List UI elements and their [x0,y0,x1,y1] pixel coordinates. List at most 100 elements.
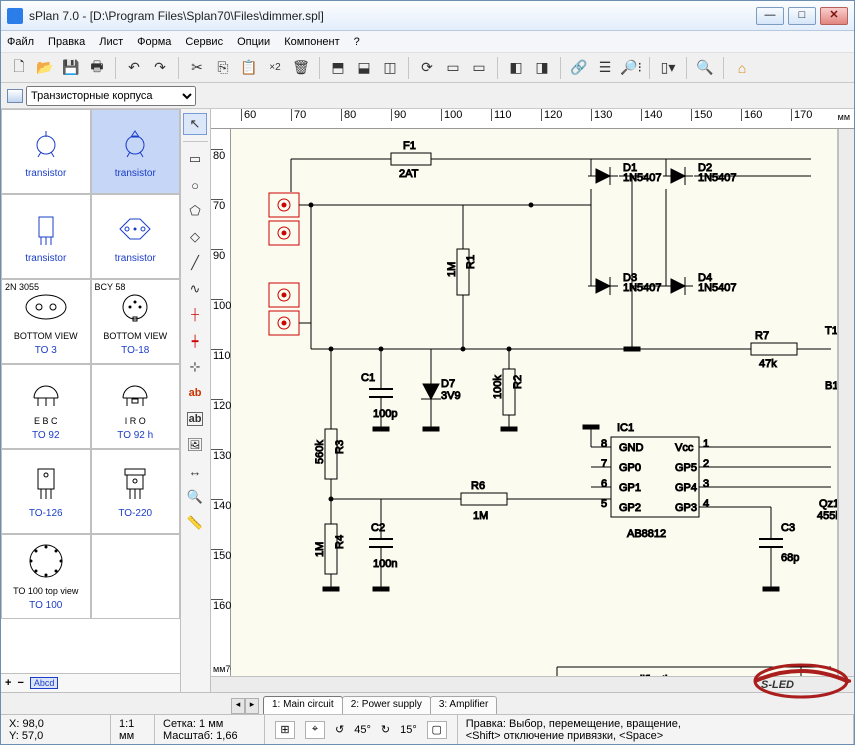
image-tool-icon[interactable]: 🖼 [183,434,207,456]
bus-tool-icon[interactable]: ┿ [183,330,207,352]
menu-options[interactable]: Опции [237,36,270,48]
link-icon[interactable]: 🔗 [567,56,591,80]
status-hint1: Правка: Выбор, перемещение, вращение, [466,718,845,730]
layer1-icon[interactable]: ▭ [441,56,465,80]
palette-item[interactable]: transistor [1,194,91,279]
svg-text:GP0: GP0 [619,462,641,474]
text-tool-icon[interactable]: ab [183,382,207,404]
open-icon[interactable]: 📂 [33,56,57,80]
library-select[interactable]: Транзисторные корпуса [26,86,196,106]
menu-help[interactable]: ? [354,36,360,48]
menu-sheet[interactable]: Лист [99,36,123,48]
palette-item[interactable]: transistor [91,194,181,279]
menu-edit[interactable]: Правка [48,36,85,48]
library-icon[interactable] [7,89,23,103]
rect-tool-icon[interactable]: ▭ [183,148,207,170]
undo-icon[interactable]: ↶ [122,56,146,80]
tab-prev[interactable]: ◂ [231,698,245,714]
component-palette: transistor transistor transistor transis… [1,109,181,692]
palette-item[interactable]: E B C TO 92 [1,364,91,449]
menu-file[interactable]: Файл [7,36,34,48]
svg-text:GP3: GP3 [675,502,697,514]
svg-text:4: 4 [703,498,709,510]
find-icon[interactable]: 🔎⁝ [619,56,643,80]
maximize-button[interactable]: □ [788,7,816,25]
scrollbar-horizontal[interactable] [211,676,854,692]
menu-shape[interactable]: Форма [137,36,171,48]
svg-text:560k: 560k [314,440,326,464]
textbox-tool-icon[interactable]: ab [183,408,207,430]
list-icon[interactable]: ☰ [593,56,617,80]
tab-power[interactable]: 2: Power supply [342,696,431,714]
page-icon[interactable]: ▯▾ [656,56,680,80]
svg-text:1N5407: 1N5407 [698,282,737,294]
fill-icon[interactable]: ▢ [427,721,447,739]
palette-minus[interactable]: − [17,677,23,689]
aux2-icon[interactable]: ◨ [530,56,554,80]
svg-text:1N5407: 1N5407 [623,282,662,294]
refresh-icon[interactable]: ⟳ [415,56,439,80]
duplicate-icon[interactable]: ×2 [263,56,287,80]
palette-plus[interactable]: + [5,677,11,689]
svg-text:8: 8 [601,438,607,450]
palette-item[interactable]: TO-126 [1,449,91,534]
palette-item[interactable]: TO-220 [91,449,181,534]
tab-amp[interactable]: 3: Amplifier [430,696,497,714]
palette-tag[interactable]: Abcd [30,677,59,689]
print-icon[interactable]: 🖶 [85,56,109,80]
ruler-vertical: 80 70 90 100 110 120 130 140 150 160 мм7… [211,129,231,676]
aux1-icon[interactable]: ◧ [504,56,528,80]
svg-text:C2: C2 [371,522,385,534]
home-icon[interactable]: ⌂ [730,56,754,80]
window-title: sPlan 7.0 - [D:\Program Files\Splan70\Fi… [29,9,756,23]
menu-component[interactable]: Компонент [284,36,339,48]
status-hint2: <Shift> отключение привязки, <Space> [466,730,845,742]
close-button[interactable]: ✕ [820,7,848,25]
palette-item[interactable]: 2N 3055 BOTTOM VIEW TO 3 [1,279,91,364]
palette-item[interactable]: transistor [1,109,91,194]
group1-icon[interactable]: ⬒ [326,56,350,80]
copy-icon[interactable]: ⎘ [211,56,235,80]
cut-icon[interactable]: ✂ [185,56,209,80]
curve-tool-icon[interactable]: ∿ [183,278,207,300]
scrollbar-vertical[interactable] [838,129,854,676]
svg-text:3V9: 3V9 [441,390,461,402]
status-angle2: 15° [400,724,417,736]
delete-icon[interactable]: 🗑 [289,56,313,80]
grid-toggle-icon[interactable]: ⊞ [275,721,295,739]
tab-main[interactable]: 1: Main circuit [263,696,343,714]
minimize-button[interactable]: — [756,7,784,25]
palette-item[interactable]: TO 100 top view TO 100 [1,534,91,619]
line-tool-icon[interactable]: ╱ [183,252,207,274]
svg-text:2: 2 [703,458,709,470]
svg-text:GP4: GP4 [675,482,697,494]
menu-service[interactable]: Сервис [185,36,223,48]
save-icon[interactable]: 💾 [59,56,83,80]
ruler-tool-icon[interactable]: 📏 [183,512,207,534]
schematic-canvas[interactable]: F1 2AT D11N5407 D21N5407 D31N5407 D41N54… [231,129,838,676]
paste-icon[interactable]: 📋 [237,56,261,80]
circle-tool-icon[interactable]: ○ [183,174,207,196]
status-x: X: 98,0 [9,718,102,730]
group2-icon[interactable]: ⬓ [352,56,376,80]
shape-tool-icon[interactable]: ◇ [183,226,207,248]
magnify-tool-icon[interactable]: 🔍 [183,486,207,508]
measure-tool-icon[interactable]: ↔ [183,460,207,482]
palette-item[interactable] [91,534,181,619]
palette-item[interactable]: BCY 58 BOTTOM VIEW TO-18 [91,279,181,364]
zoom-icon[interactable]: 🔍 [693,56,717,80]
net-tool-icon[interactable]: ┼ [183,304,207,326]
new-icon[interactable]: 🗋 [7,56,31,80]
redo-icon[interactable]: ↷ [148,56,172,80]
palette-item[interactable]: I R O TO 92 h [91,364,181,449]
layer2-icon[interactable]: ▭ [467,56,491,80]
snap-toggle-icon[interactable]: ⌖ [305,721,325,739]
status-grid: Сетка: 1 мм [163,718,256,730]
tab-next[interactable]: ▸ [245,698,259,714]
pointer-tool-icon[interactable]: ↖ [183,113,207,135]
svg-text:IC1: IC1 [617,422,634,434]
palette-item[interactable]: transistor [91,109,181,194]
junction-tool-icon[interactable]: ⊹ [183,356,207,378]
polygon-tool-icon[interactable]: ⬠ [183,200,207,222]
group3-icon[interactable]: ◫ [378,56,402,80]
